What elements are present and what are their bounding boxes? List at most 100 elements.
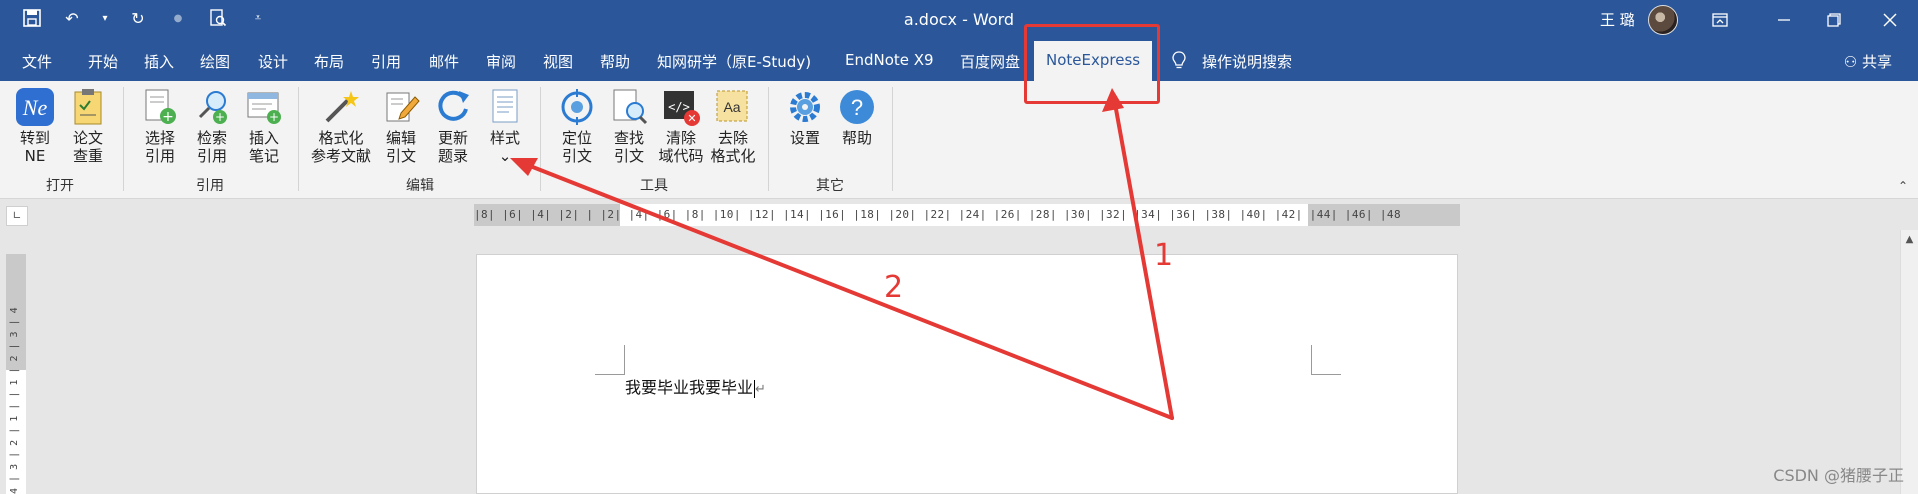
- style-icon: [485, 87, 525, 127]
- ribbon-tabs: 文件 开始 插入 绘图 设计 布局 引用 邮件 审阅 视图 帮助 知网研学（原E…: [0, 40, 1918, 81]
- group-label-edit: 编辑: [406, 178, 434, 194]
- plagiarism-check-button[interactable]: 论文 查重: [61, 87, 115, 165]
- clipboard-check-icon: [68, 87, 108, 127]
- svg-text:✕: ✕: [687, 112, 696, 125]
- remove-format-icon: Aa: [713, 87, 753, 127]
- group-separator: [298, 87, 299, 191]
- tab-endnote[interactable]: EndNote X9: [845, 51, 934, 69]
- annotation-label-2: 2: [884, 270, 904, 305]
- locate-citation-label: 定位 引文: [561, 129, 592, 165]
- style-label: 样式 ⌄: [489, 129, 520, 165]
- magic-wand-icon: [321, 87, 361, 127]
- svg-text:+: +: [215, 110, 225, 124]
- share-button[interactable]: ⚇ 共享: [1844, 51, 1892, 72]
- document-page[interactable]: [476, 254, 1458, 494]
- ruler-ticks: |8| |6| |4| |2| | |2| |4| |6| |8| |10| |…: [474, 208, 1401, 221]
- help-label: 帮助: [841, 129, 872, 147]
- group-label-citation: 引用: [196, 178, 224, 194]
- clear-field-code-button[interactable]: </> ✕ 清除 域代码: [654, 87, 708, 165]
- tab-selector[interactable]: ∟: [6, 206, 28, 226]
- scroll-up-icon[interactable]: ▲: [1901, 234, 1918, 245]
- select-citation-icon: +: [140, 87, 180, 127]
- paragraph-mark-icon: ↵: [755, 382, 766, 397]
- margin-corner-right: [1311, 345, 1341, 375]
- select-citation-button[interactable]: + 选择 引用: [133, 87, 187, 165]
- gear-icon: [785, 87, 825, 127]
- help-button[interactable]: ? 帮助: [830, 87, 884, 147]
- tab-references[interactable]: 引用: [371, 51, 401, 72]
- margin-corner-left: [595, 345, 625, 375]
- minimize-icon[interactable]: [1770, 6, 1798, 34]
- find-citation-button[interactable]: 查找 引文: [602, 87, 656, 165]
- goto-ne-button[interactable]: Ne 转到 NE: [8, 87, 62, 165]
- annotation-label-1: 1: [1154, 238, 1174, 273]
- format-bibliography-button[interactable]: 格式化 参考文献: [308, 87, 374, 165]
- tab-design[interactable]: 设计: [258, 51, 288, 72]
- svg-text:Aa: Aa: [723, 99, 740, 115]
- group-separator: [768, 87, 769, 191]
- insert-note-label: 插入 笔记: [248, 129, 279, 165]
- vertical-scrollbar[interactable]: ▲: [1900, 230, 1918, 494]
- target-icon: [557, 87, 597, 127]
- group-separator: [540, 87, 541, 191]
- plagiarism-check-label: 论文 查重: [72, 129, 103, 165]
- update-records-button[interactable]: 更新 题录: [426, 87, 480, 165]
- tab-view[interactable]: 视图: [543, 51, 573, 72]
- edit-citation-button[interactable]: 编辑 引文: [374, 87, 428, 165]
- edit-citation-icon: [381, 87, 421, 127]
- tab-home[interactable]: 开始: [88, 51, 118, 72]
- svg-text:+: +: [162, 109, 174, 125]
- ribbon-display-options-icon[interactable]: [1706, 6, 1734, 34]
- goto-ne-label: 转到 NE: [19, 129, 50, 165]
- tell-me-search[interactable]: 操作说明搜索: [1202, 51, 1292, 72]
- vertical-ruler[interactable]: 4 | 3 | 2 | 1 | | 1 | 2 | 3 | 4: [6, 254, 26, 494]
- remove-format-label: 去除 格式化: [710, 129, 756, 165]
- remove-format-button[interactable]: Aa 去除 格式化: [706, 87, 760, 165]
- settings-label: 设置: [789, 129, 820, 147]
- avatar[interactable]: [1648, 5, 1678, 35]
- watermark: CSDN @猪腰子正: [1773, 466, 1904, 485]
- tab-baidu-netdisk[interactable]: 百度网盘: [960, 51, 1020, 72]
- select-citation-label: 选择 引用: [144, 129, 175, 165]
- find-citation-icon: [609, 87, 649, 127]
- svg-text:+: +: [269, 110, 279, 124]
- search-citation-label: 检索 引用: [196, 129, 227, 165]
- tab-mailings[interactable]: 邮件: [429, 51, 459, 72]
- group-separator: [892, 87, 893, 191]
- user-name[interactable]: 王 璐: [1600, 9, 1635, 30]
- update-records-label: 更新 题录: [437, 129, 468, 165]
- share-label: 共享: [1861, 53, 1892, 71]
- document-body-text[interactable]: 我要毕业我要毕业 ↵: [625, 374, 766, 398]
- insert-note-icon: +: [244, 87, 284, 127]
- tab-draw[interactable]: 绘图: [200, 51, 230, 72]
- group-separator: [123, 87, 124, 191]
- group-label-other: 其它: [816, 178, 844, 194]
- search-citation-button[interactable]: + 检索 引用: [185, 87, 239, 165]
- tab-estudy[interactable]: 知网研学（原E-Study): [657, 51, 811, 72]
- group-label-open: 打开: [46, 178, 74, 194]
- title-bar: ↶ ▾ ↻ ● ⩡ a.docx - Word 王 璐: [0, 0, 1918, 40]
- restore-icon[interactable]: [1820, 6, 1848, 34]
- tab-insert[interactable]: 插入: [144, 51, 174, 72]
- tab-help[interactable]: 帮助: [600, 51, 630, 72]
- svg-text:?: ?: [851, 95, 863, 120]
- locate-citation-button[interactable]: 定位 引文: [550, 87, 604, 165]
- collapse-ribbon-icon[interactable]: ⌃: [1898, 179, 1908, 193]
- clear-field-code-icon: </> ✕: [661, 87, 701, 127]
- insert-note-button[interactable]: + 插入 笔记: [237, 87, 291, 165]
- settings-button[interactable]: 设置: [778, 87, 832, 147]
- edit-citation-label: 编辑 引文: [385, 129, 416, 165]
- group-label-tools: 工具: [640, 178, 668, 194]
- tab-layout[interactable]: 布局: [314, 51, 344, 72]
- annotation-highlight-box: [1024, 24, 1160, 104]
- lightbulb-icon: [1172, 51, 1186, 73]
- tab-review[interactable]: 审阅: [486, 51, 516, 72]
- tab-file[interactable]: 文件: [22, 51, 52, 72]
- format-bibliography-label: 格式化 参考文献: [310, 129, 371, 165]
- clear-field-code-label: 清除 域代码: [658, 129, 704, 165]
- style-button[interactable]: 样式 ⌄: [478, 87, 532, 165]
- person-icon: ⚇: [1843, 53, 1862, 71]
- document-text: 我要毕业我要毕业: [625, 378, 754, 397]
- close-icon[interactable]: [1876, 6, 1904, 34]
- horizontal-ruler[interactable]: |8| |6| |4| |2| | |2| |4| |6| |8| |10| |…: [474, 204, 1460, 226]
